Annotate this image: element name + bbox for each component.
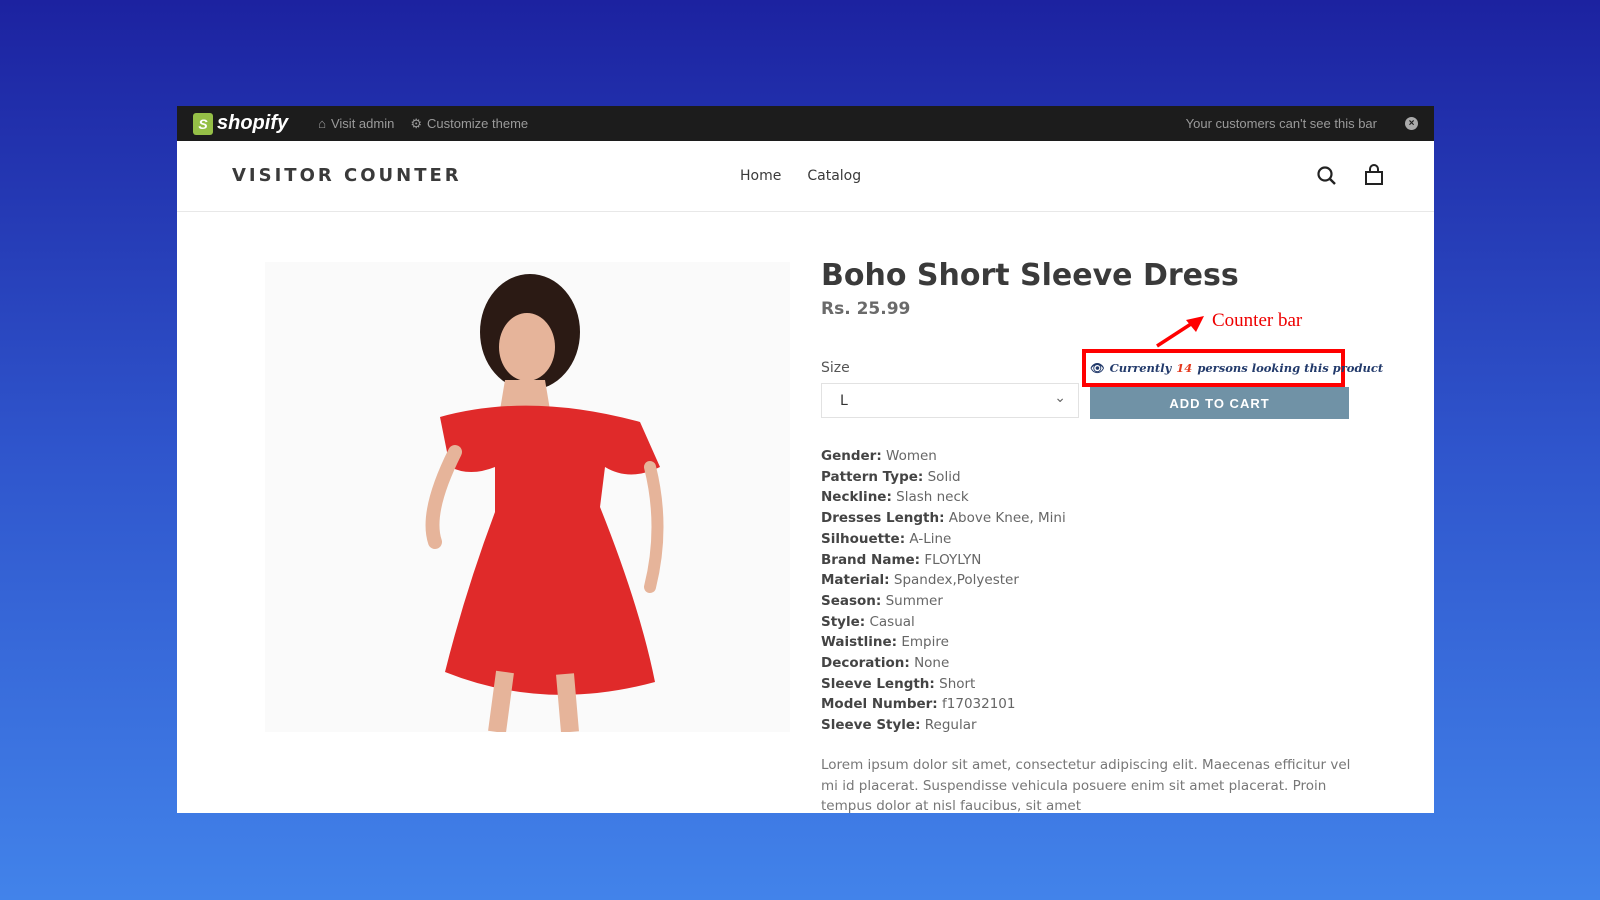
storefront-page: Sshopify ⌂ Visit admin ⚙ Customize theme Y…: [177, 106, 1434, 813]
chevron-down-icon: ⌄: [1054, 390, 1066, 406]
site-header: VISITOR COUNTER Home Catalog: [177, 141, 1434, 212]
spec-key: Material:: [821, 572, 890, 589]
spec-key: Silhouette:: [821, 530, 906, 547]
spec-row: Season: Summer: [821, 591, 1066, 612]
spec-key: Decoration:: [821, 655, 910, 672]
spec-key: Season:: [821, 592, 882, 609]
spec-row: Pattern Type: Solid: [821, 467, 1066, 488]
customize-theme-label: Customize theme: [426, 116, 529, 131]
spec-row: Decoration: None: [821, 653, 1066, 674]
spec-row: Waistline: Empire: [821, 632, 1066, 653]
product-specs: Gender: Women Pattern Type: Solid Neckline…: [821, 446, 1066, 736]
counter-prefix: Currently: [1109, 361, 1172, 375]
customize-theme-link[interactable]: ⚙ Customize theme: [410, 116, 528, 132]
spec-key: Dresses Length:: [821, 510, 945, 527]
product-description: Lorem ipsum dolor sit amet, consectetur …: [821, 757, 1351, 813]
spec-row: Sleeve Style: Regular: [821, 715, 1066, 736]
spec-key: Sleeve Length:: [821, 675, 935, 692]
spec-value: Women: [886, 448, 937, 464]
size-label: Size: [821, 360, 850, 376]
product-title: Boho Short Sleeve Dress: [821, 258, 1239, 293]
nav-home[interactable]: Home: [740, 168, 781, 184]
spec-value: Regular: [924, 717, 977, 734]
spec-row: Neckline: Slash neck: [821, 487, 1066, 508]
product-image[interactable]: [265, 262, 790, 734]
admin-bar-notice: Your customers can't see this bar: [1185, 116, 1377, 131]
spec-key: Waistline:: [821, 634, 898, 651]
shopify-logo[interactable]: Sshopify: [193, 112, 288, 135]
spec-key: Model Number:: [821, 696, 938, 713]
spec-value: Casual: [869, 613, 915, 630]
spec-value: FLOYLYN: [924, 551, 982, 568]
spec-row: Style: Casual: [821, 612, 1066, 633]
counter-suffix: persons looking this product: [1197, 361, 1384, 375]
spec-value: Slash neck: [896, 489, 969, 506]
spec-row: Model Number: f17032101: [821, 694, 1066, 715]
spec-row: Dresses Length: Above Knee, Mini: [821, 508, 1066, 529]
annotation-label: Counter bar: [1212, 310, 1303, 331]
spec-key: Sleeve Style:: [821, 717, 921, 734]
close-icon[interactable]: ×: [1405, 117, 1418, 130]
spec-key: Brand Name:: [821, 551, 921, 568]
eye-icon: 👁: [1090, 361, 1105, 375]
counter-count: 14: [1176, 361, 1193, 375]
spec-row: Brand Name: FLOYLYN: [821, 550, 1066, 571]
spec-row: Material: Spandex,Polyester: [821, 570, 1066, 591]
nav-catalog[interactable]: Catalog: [807, 168, 861, 184]
spec-key: Style:: [821, 613, 866, 630]
main-nav: Home Catalog: [740, 168, 861, 184]
spec-row: Sleeve Length: Short: [821, 674, 1066, 695]
spec-value: f17032101: [942, 696, 1016, 713]
size-select[interactable]: L ⌄: [821, 383, 1079, 418]
spec-value: Spandex,Polyester: [893, 572, 1019, 589]
red-dress-model-photo: [425, 274, 664, 734]
spec-row: Gender: Women: [821, 446, 1066, 467]
spec-value: Summer: [885, 592, 943, 609]
home-icon: ⌂: [318, 116, 326, 131]
spec-row: Silhouette: A-Line: [821, 529, 1066, 550]
logo-text: shopify: [217, 112, 289, 134]
shopify-admin-bar: Sshopify ⌂ Visit admin ⚙ Customize theme Y…: [177, 106, 1434, 141]
gear-icon: ⚙: [410, 115, 422, 131]
spec-value: Solid: [927, 468, 961, 485]
visit-admin-label: Visit admin: [330, 116, 395, 131]
search-icon[interactable]: [1314, 163, 1340, 189]
shopify-bag-icon: S: [193, 112, 213, 135]
spec-value: Short: [939, 675, 976, 692]
spec-value: A-Line: [909, 530, 952, 547]
spec-key: Gender:: [821, 448, 882, 464]
spec-value: Above Knee, Mini: [948, 510, 1066, 527]
visit-admin-link[interactable]: ⌂ Visit admin: [318, 116, 394, 131]
store-brand[interactable]: VISITOR COUNTER: [232, 165, 462, 186]
spec-key: Pattern Type:: [821, 468, 924, 485]
spec-value: None: [914, 655, 950, 672]
visitor-counter-bar: 👁 Currently 14 persons looking this prod…: [1082, 349, 1383, 387]
add-to-cart-button[interactable]: ADD TO CART: [1090, 387, 1349, 419]
size-value: L: [840, 393, 848, 409]
spec-key: Neckline:: [821, 489, 892, 506]
annotation-arrow-icon: [1156, 316, 1204, 348]
cart-icon[interactable]: [1361, 163, 1387, 189]
spec-value: Empire: [901, 634, 949, 651]
